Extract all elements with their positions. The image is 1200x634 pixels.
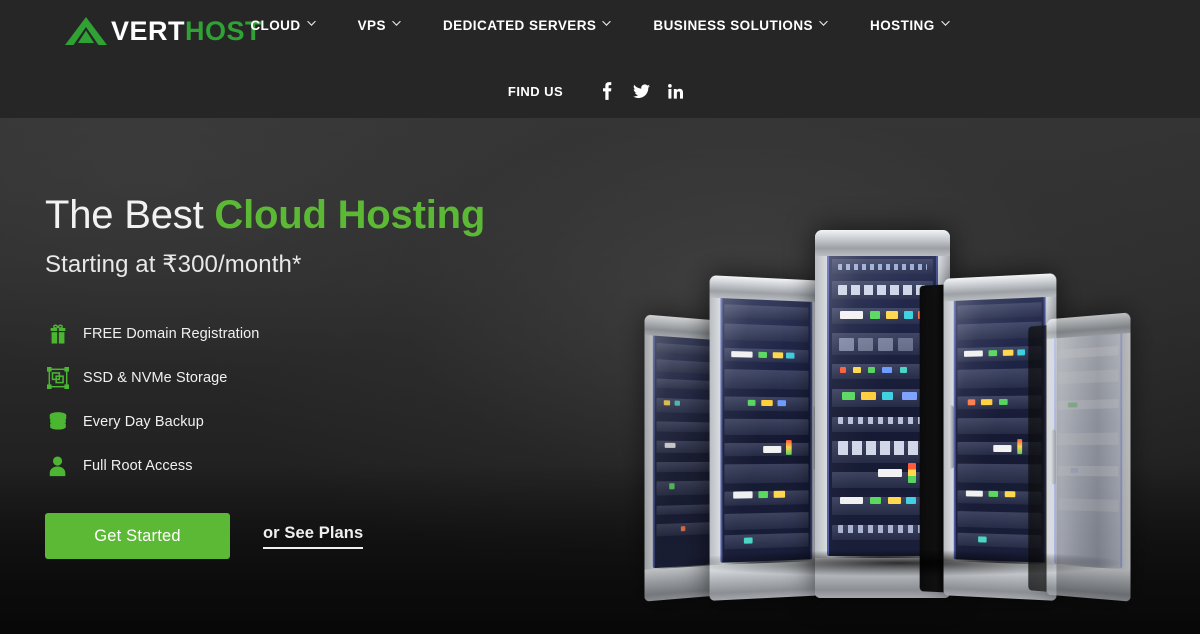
- nav-label-hosting: HOSTING: [870, 18, 935, 33]
- chevron-down-icon: [819, 20, 828, 29]
- hero-subtitle: Starting at ₹300/month*: [45, 251, 302, 278]
- hero-copy: The Best Cloud Hosting Starting at ₹300/…: [45, 193, 605, 559]
- user-icon: [45, 453, 71, 479]
- nav-label-dedicated-servers: DEDICATED SERVERS: [442, 18, 597, 33]
- resize-frame-icon: [45, 365, 71, 391]
- chevron-down-icon: [306, 20, 316, 29]
- linkedin-icon[interactable]: [658, 80, 692, 102]
- get-started-button[interactable]: Get Started: [45, 513, 230, 559]
- find-us-bar: FIND US: [0, 80, 1200, 102]
- nav-item-business-solutions[interactable]: BUSINESS SOLUTIONS: [653, 18, 828, 33]
- feature-item-daily-backup: Every Day Backup: [45, 406, 605, 437]
- feature-label-free-domain: FREE Domain Registration: [83, 325, 260, 342]
- rack-shadow: [680, 550, 1120, 576]
- headline-plain: The Best: [45, 193, 215, 237]
- nav-item-vps[interactable]: VPS: [358, 18, 401, 33]
- nav-label-business-solutions: BUSINESS SOLUTIONS: [653, 18, 814, 33]
- landing-page: VERTHOST CLOUD VPS DEDICATED SERVERS BUS…: [0, 0, 1200, 634]
- chevron-down-icon: [392, 20, 401, 29]
- nav-item-hosting[interactable]: HOSTING: [870, 18, 950, 33]
- facebook-icon[interactable]: [590, 80, 624, 102]
- feature-item-root-access: Full Root Access: [45, 450, 605, 481]
- feature-item-ssd-nvme: SSD & NVMe Storage: [45, 362, 605, 393]
- chevron-down-icon: [602, 20, 612, 29]
- feature-list: FREE Domain Registration SSD & NVMe Stor…: [45, 318, 605, 481]
- find-us-label: FIND US: [507, 83, 564, 99]
- server-rack-illustration: [620, 178, 1180, 602]
- twitter-icon[interactable]: [624, 80, 658, 102]
- page-title: The Best Cloud Hosting: [45, 193, 605, 237]
- feature-label-daily-backup: Every Day Backup: [83, 413, 204, 430]
- nav-item-cloud[interactable]: CLOUD: [250, 18, 316, 33]
- feature-label-ssd-nvme: SSD & NVMe Storage: [83, 369, 228, 386]
- chevron-down-icon: [940, 20, 950, 29]
- see-plans-link[interactable]: or See Plans: [263, 524, 364, 549]
- nav-label-vps: VPS: [357, 18, 386, 33]
- headline-accent: Cloud Hosting: [214, 193, 486, 237]
- site-header: VERTHOST CLOUD VPS DEDICATED SERVERS BUS…: [0, 0, 1200, 118]
- nav-item-dedicated-servers[interactable]: DEDICATED SERVERS: [442, 18, 612, 33]
- database-stack-icon: [45, 409, 71, 435]
- main-navigation: CLOUD VPS DEDICATED SERVERS BUSINESS SOL…: [0, 18, 1200, 33]
- nav-label-cloud: CLOUD: [250, 18, 301, 33]
- gift-icon: [45, 321, 71, 347]
- hero-section: The Best Cloud Hosting Starting at ₹300/…: [0, 118, 1200, 634]
- feature-item-free-domain: FREE Domain Registration: [45, 318, 605, 349]
- cta-row: Get Started or See Plans: [45, 513, 605, 559]
- feature-label-root-access: Full Root Access: [83, 457, 193, 474]
